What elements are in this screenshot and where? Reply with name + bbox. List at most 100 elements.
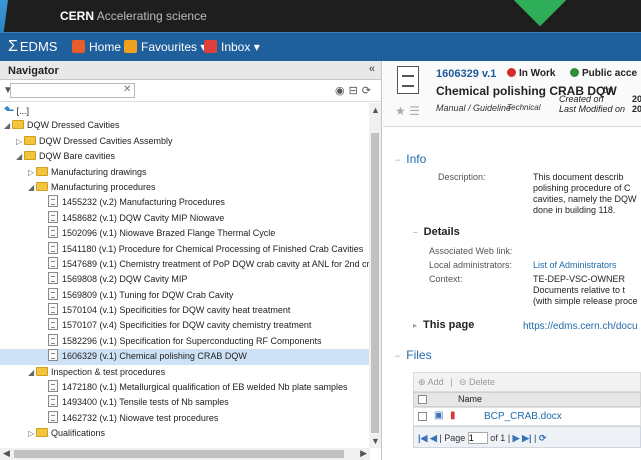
scroll-up-icon[interactable]: ▲: [371, 105, 380, 115]
delete-file-button[interactable]: ⊖ Delete: [459, 377, 495, 387]
tree-node-label: DQW Dressed Cavities Assembly: [39, 135, 173, 146]
last-page-icon[interactable]: ▶|: [522, 433, 531, 443]
folder-icon: [24, 151, 36, 161]
collapsed-toggle-icon[interactable]: ▷: [28, 165, 36, 180]
prev-page-icon[interactable]: ◀: [430, 433, 437, 443]
refresh-files-icon[interactable]: ⟳: [539, 433, 547, 443]
tree-document[interactable]: 1547689 (v.1) Chemistry treatment of PoP…: [0, 256, 370, 272]
star-icon: [124, 40, 137, 53]
this-page-section-header[interactable]: ▸ This page: [413, 319, 474, 331]
tree-node-label: Qualifications: [51, 428, 106, 439]
tree-document[interactable]: 1472180 (v.1) Metallurgical qualificatio…: [0, 380, 370, 395]
nav-inbox[interactable]: Inbox ▾: [204, 40, 260, 54]
edms-logo-text: EDMS: [19, 39, 58, 54]
scroll-down-icon[interactable]: ▼: [371, 436, 380, 446]
context-label: Context:: [429, 274, 463, 284]
info-section-header[interactable]: − Info: [395, 152, 426, 166]
pdf-icon[interactable]: ▮: [450, 410, 456, 421]
tree-folder[interactable]: ◢ DQW Dressed Cavities: [0, 118, 370, 133]
collapsed-toggle-icon[interactable]: ▷: [16, 134, 24, 149]
folder-icon: [36, 366, 48, 376]
file-info-icon[interactable]: ▣: [434, 410, 443, 421]
document-icon: [48, 333, 58, 346]
clear-filter-icon[interactable]: ✕: [123, 84, 131, 95]
delete-icon: ⊖: [458, 377, 467, 387]
local-admin-label: Local administrators:: [429, 260, 513, 270]
tree-document[interactable]: 1541180 (v.1) Procedure for Chemical Pro…: [0, 241, 370, 257]
tree-document[interactable]: 1569809 (v.1) Tuning for DQW Crab Cavity: [0, 287, 370, 303]
tree-folder[interactable]: ▷ Qualifications: [0, 426, 370, 441]
collapse-toggle-icon: −: [413, 228, 418, 237]
modified-value: 20: [632, 104, 641, 114]
document-icon: [48, 210, 58, 223]
tree-document[interactable]: 1570107 (v.4) Specificities for DQW cavi…: [0, 318, 370, 333]
tree-folder[interactable]: ◢ Manufacturing procedures: [0, 180, 370, 195]
tree-document[interactable]: 1606329 (v.1) Chemical polishing CRAB DQ…: [0, 349, 370, 365]
edms-logo[interactable]: Σ EDMS: [8, 38, 57, 56]
this-page-link[interactable]: https://edms.cern.ch/docu: [523, 321, 638, 332]
nav-home[interactable]: Home: [72, 40, 121, 54]
details-section-header[interactable]: − Details: [413, 226, 460, 238]
cern-brand: CERN Accelerating science: [60, 9, 207, 23]
collapse-all-icon[interactable]: ⊟: [349, 85, 362, 97]
tree-document[interactable]: 1502096 (v.1) Niowave Brazed Flange Ther…: [0, 226, 370, 241]
file-row[interactable]: ▣ ▮ BCP_CRAB.docx: [413, 407, 641, 426]
local-admin-link[interactable]: List of Administrators: [533, 260, 617, 271]
collapsed-toggle-icon[interactable]: ▷: [28, 426, 36, 441]
nav-favourites[interactable]: Favourites ▾: [124, 40, 206, 54]
tree-node-label: 1462732 (v.1) Niowave test procedures: [62, 412, 219, 423]
access-badge: Public acce: [570, 68, 637, 79]
tree-node-label: 1493400 (v.1) Tensile tests of Nb sample…: [62, 397, 229, 408]
expanded-toggle-icon[interactable]: ◢: [16, 149, 24, 164]
file-checkbox[interactable]: [418, 412, 427, 421]
tree-document[interactable]: 1569808 (v.2) DQW Cavity MIP: [0, 272, 370, 287]
navigator-horizontal-scrollbar[interactable]: ◀ ▶: [0, 448, 370, 460]
name-column-header[interactable]: Name: [458, 394, 482, 404]
tree-document[interactable]: 1462732 (v.1) Niowave test procedures: [0, 410, 370, 426]
tree-node-label: 1606329 (v.1) Chemical polishing CRAB DQ…: [62, 351, 247, 362]
files-section-header[interactable]: − Files: [395, 348, 432, 362]
page-number-input[interactable]: [467, 432, 488, 444]
context-line: TE-DEP-VSC-OWNER: [533, 274, 625, 284]
expanded-toggle-icon[interactable]: ◢: [4, 118, 12, 133]
folder-icon: [24, 135, 36, 145]
navigator-vertical-scrollbar[interactable]: ▲ ▼: [369, 103, 381, 448]
tree-folder[interactable]: ▷ Manufacturing drawings: [0, 165, 370, 180]
tree-node-label: Manufacturing procedures: [51, 181, 156, 192]
tree-folder[interactable]: ▷ DQW Dressed Cavities Assembly: [0, 134, 370, 149]
tree-node-label: 1582296 (v.1) Specification for Supercon…: [62, 335, 322, 346]
tree-document[interactable]: 1458682 (v.1) DQW Cavity MIP Niowave: [0, 210, 370, 226]
document-header: ★ ☰ 1606329 v.1 In Work Public acce Chem…: [383, 61, 641, 127]
collapse-icon[interactable]: «: [369, 63, 375, 75]
tree-document[interactable]: 1582296 (v.1) Specification for Supercon…: [0, 333, 370, 349]
nav-home-label: Home: [89, 40, 122, 54]
navigator-filter-input[interactable]: [10, 83, 135, 98]
file-name-link[interactable]: BCP_CRAB.docx: [484, 411, 562, 422]
files-heading: Files: [406, 348, 432, 362]
document-id[interactable]: 1606329 v.1: [436, 68, 496, 80]
tree-document[interactable]: 1493400 (v.1) Tensile tests of Nb sample…: [0, 395, 370, 410]
hscroll-thumb[interactable]: [14, 450, 344, 458]
tree-node-label: 1502096 (v.1) Niowave Brazed Flange Ther…: [62, 228, 276, 239]
access-label: Public acce: [582, 68, 638, 79]
refresh-icon[interactable]: ⟳: [362, 85, 375, 97]
expanded-toggle-icon[interactable]: ◢: [28, 365, 36, 380]
first-page-icon[interactable]: |◀: [418, 433, 427, 443]
eye-icon[interactable]: ◉: [335, 85, 349, 97]
tree-node-label: Inspection & test procedures: [51, 366, 166, 377]
document-icon: [397, 66, 419, 94]
scroll-left-icon[interactable]: ◀: [3, 448, 10, 459]
add-file-button[interactable]: ⊕ Add: [418, 377, 444, 387]
next-page-icon[interactable]: ▶: [513, 433, 520, 443]
scroll-thumb[interactable]: [371, 133, 379, 433]
tree-folder[interactable]: ◢ DQW Bare cavities: [0, 149, 370, 164]
tree-document[interactable]: 1570104 (v.1) Specificities for DQW cavi…: [0, 303, 370, 318]
scroll-right-icon[interactable]: ▶: [360, 448, 367, 459]
tree-document[interactable]: 1455232 (v.2) Manufacturing Procedures: [0, 195, 370, 210]
expanded-toggle-icon[interactable]: ◢: [28, 180, 36, 195]
tree-up[interactable]: ⬑ [...]: [0, 103, 370, 118]
favourite-star-icon[interactable]: ★ ☰: [395, 104, 420, 118]
select-all-checkbox[interactable]: [418, 395, 427, 404]
document-icon: [48, 241, 58, 254]
tree-folder[interactable]: ◢ Inspection & test procedures: [0, 365, 370, 380]
